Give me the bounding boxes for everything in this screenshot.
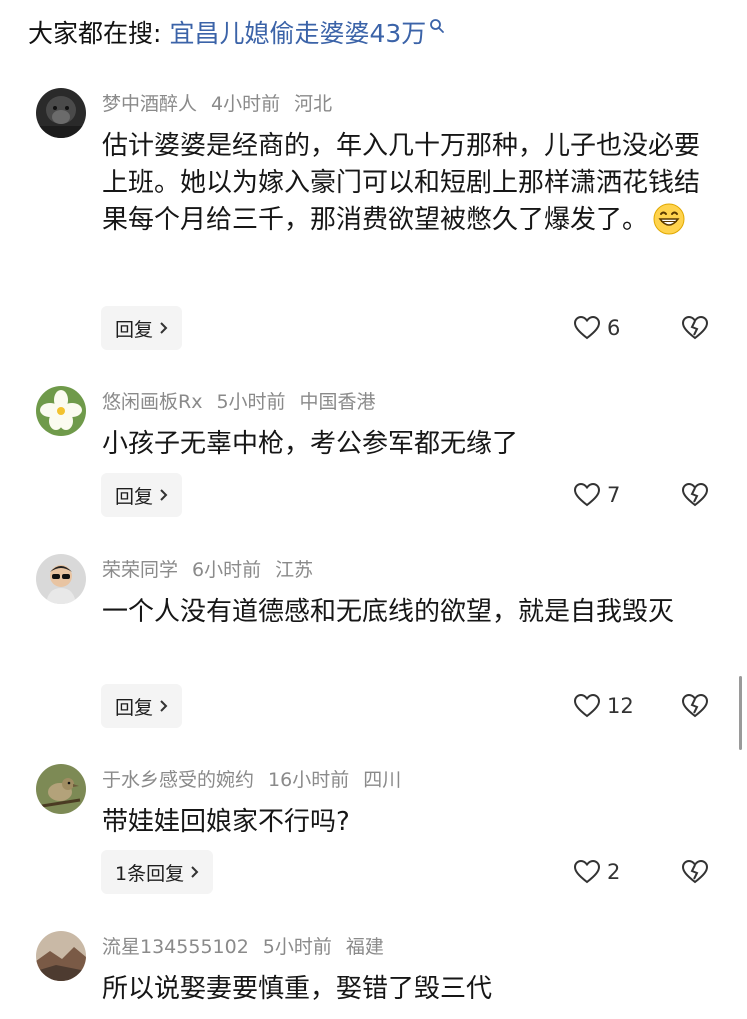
reply-button-label: 1条回复	[115, 862, 185, 885]
chevron-right-icon	[160, 700, 168, 712]
timestamp: 4小时前	[211, 93, 281, 115]
person-avatar-icon	[36, 554, 86, 604]
comment-meta: 于水乡感受的婉约 16小时前 四川	[102, 765, 415, 792]
broken-heart-icon[interactable]	[681, 315, 709, 341]
grinning-face-icon	[653, 203, 685, 235]
reply-button-label: 回复	[115, 318, 154, 341]
like-button[interactable]: 2	[573, 859, 620, 885]
comment-text: 一个人没有道德感和无底线的欲望，就是自我毁灭	[102, 597, 675, 627]
search-icon[interactable]	[429, 18, 445, 34]
heart-icon	[573, 693, 601, 718]
search-term-link[interactable]: 宜昌儿媳偷走婆婆43万	[169, 14, 426, 50]
username[interactable]: 于水乡感受的婉约	[102, 769, 254, 791]
location: 四川	[363, 769, 402, 791]
timestamp: 16小时前	[268, 769, 350, 791]
username[interactable]: 悠闲画板Rx	[102, 391, 202, 413]
like-count: 6	[607, 316, 621, 340]
username[interactable]: 荣荣同学	[102, 559, 178, 581]
username[interactable]: 梦中酒醉人	[102, 93, 197, 115]
avatar[interactable]	[36, 554, 86, 604]
flower-avatar-icon	[36, 386, 86, 436]
location: 江苏	[275, 559, 314, 581]
scrollbar[interactable]	[739, 676, 742, 750]
landscape-avatar-icon	[36, 931, 86, 981]
like-count: 2	[607, 860, 621, 884]
like-button[interactable]: 12	[573, 693, 634, 719]
location: 河北	[294, 93, 333, 115]
search-prefix-label: 大家都在搜:	[28, 19, 162, 48]
like-count: 12	[607, 694, 634, 718]
comment-text: 所以说娶妻要慎重，娶错了毁三代	[102, 974, 493, 1004]
comment-item: 于水乡感受的婉约 16小时前 四川 带娃娃回娘家不行吗? 1条回复 2	[0, 764, 747, 904]
avatar[interactable]	[36, 764, 86, 814]
timestamp: 5小时前	[216, 391, 286, 413]
comment-item: 悠闲画板Rx 5小时前 中国香港 小孩子无辜中枪，考公参军都无缘了 回复 7	[0, 386, 747, 526]
timestamp: 6小时前	[192, 559, 262, 581]
avatar[interactable]	[36, 88, 86, 138]
location: 中国香港	[299, 391, 376, 413]
comment-text-content: 估计婆婆是经商的，年入几十万那种，儿子也没必要上班。她以为嫁入豪门可以和短剧上那…	[102, 131, 701, 235]
search-suggestion-bar[interactable]: 大家都在搜: 宜昌儿媳偷走婆婆43万	[28, 12, 445, 52]
comment-item: 荣荣同学 6小时前 江苏 一个人没有道德感和无底线的欲望，就是自我毁灭 回复 12	[0, 554, 747, 734]
chevron-right-icon	[191, 866, 199, 878]
broken-heart-icon[interactable]	[681, 693, 709, 719]
comment-meta: 悠闲画板Rx 5小时前 中国香港	[102, 387, 390, 414]
reply-button[interactable]: 回复	[101, 684, 183, 728]
reply-button[interactable]: 回复	[101, 306, 183, 350]
avatar[interactable]	[36, 931, 86, 981]
chevron-right-icon	[160, 322, 168, 334]
username[interactable]: 流星134555102	[102, 936, 249, 958]
broken-heart-icon[interactable]	[681, 482, 709, 508]
like-button[interactable]: 6	[573, 315, 620, 341]
reply-button[interactable]: 1条回复	[101, 850, 214, 894]
heart-icon	[573, 315, 601, 340]
comment-meta: 梦中酒醉人 4小时前 河北	[102, 89, 346, 116]
chevron-right-icon	[160, 489, 168, 501]
reply-button-label: 回复	[115, 696, 154, 719]
avatar[interactable]	[36, 386, 86, 436]
comment-meta: 流星134555102 5小时前 福建	[102, 932, 398, 959]
reply-button[interactable]: 回复	[101, 473, 183, 517]
reply-button-label: 回复	[115, 485, 154, 508]
comment-text: 估计婆婆是经商的，年入几十万那种，儿子也没必要上班。她以为嫁入豪门可以和短剧上那…	[102, 128, 722, 239]
comment-text: 小孩子无辜中枪，考公参军都无缘了	[102, 429, 519, 459]
comment-item: 梦中酒醉人 4小时前 河北 估计婆婆是经商的，年入几十万那种，儿子也没必要上班。她以…	[0, 88, 747, 358]
heart-icon	[573, 859, 601, 884]
like-button[interactable]: 7	[573, 482, 620, 508]
heart-icon	[573, 482, 601, 507]
gorilla-avatar-icon	[36, 88, 86, 138]
like-count: 7	[607, 483, 621, 507]
bird-avatar-icon	[36, 764, 86, 814]
comment-meta: 荣荣同学 6小时前 江苏	[102, 555, 327, 582]
broken-heart-icon[interactable]	[681, 859, 709, 885]
location: 福建	[345, 936, 384, 958]
comment-item: 流星134555102 5小时前 福建 所以说娶妻要慎重，娶错了毁三代	[0, 931, 747, 1019]
timestamp: 5小时前	[262, 936, 332, 958]
comment-text: 带娃娃回娘家不行吗?	[102, 807, 350, 837]
